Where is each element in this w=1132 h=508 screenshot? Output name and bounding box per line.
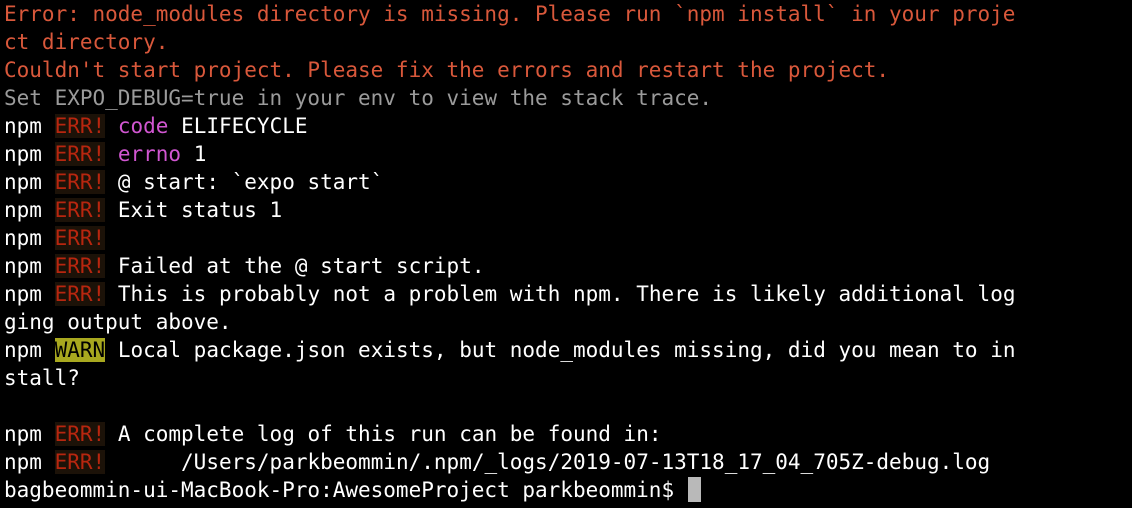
warn-line-wrap: stall? xyxy=(4,364,1132,392)
err-badge: ERR! xyxy=(54,198,106,222)
couldnt-start-text: Couldn't start project. Please fix the e… xyxy=(4,58,890,82)
npm-prefix: npm xyxy=(4,282,42,306)
npm-err-line-code: npm ERR! code ELIFECYCLE xyxy=(4,112,1132,140)
npm-err-line-log-path: npm ERR! /Users/parkbeommin/.npm/_logs/2… xyxy=(4,448,1132,476)
npm-prefix: npm xyxy=(4,142,42,166)
npm-prefix: npm xyxy=(4,114,42,138)
err-badge: ERR! xyxy=(54,226,106,250)
shell-prompt: bagbeommin-ui-MacBook-Pro:AwesomeProject… xyxy=(4,478,675,502)
probably-text: This is probably not a problem with npm.… xyxy=(117,282,1016,306)
warn-text: Local package.json exists, but node_modu… xyxy=(117,338,1016,362)
error-message-line-wrap: ct directory. xyxy=(4,28,1132,56)
npm-err-line-empty: npm ERR! xyxy=(4,224,1132,252)
npm-err-line-failed: npm ERR! Failed at the @ start script. xyxy=(4,252,1132,280)
shell-prompt-line[interactable]: bagbeommin-ui-MacBook-Pro:AwesomeProject… xyxy=(4,476,1132,504)
npm-prefix: npm xyxy=(4,170,42,194)
failed-at-text: Failed at the @ start script. xyxy=(117,254,485,278)
warn-text-wrap: stall? xyxy=(4,366,80,390)
complete-log-text: A complete log of this run can be found … xyxy=(117,422,662,446)
npm-prefix: npm xyxy=(4,450,42,474)
err-badge: ERR! xyxy=(54,422,106,446)
err-badge: ERR! xyxy=(54,282,106,306)
npm-prefix: npm xyxy=(4,422,42,446)
npm-prefix: npm xyxy=(4,226,42,250)
terminal-window[interactable]: Error: node_modules directory is missing… xyxy=(0,0,1132,508)
npm-warn-line: npm WARN Local package.json exists, but … xyxy=(4,336,1132,364)
err-badge: ERR! xyxy=(54,142,106,166)
code-value: ELIFECYCLE xyxy=(181,114,308,138)
err-badge: ERR! xyxy=(54,114,106,138)
err-badge: ERR! xyxy=(54,170,106,194)
npm-prefix: npm xyxy=(4,338,42,362)
npm-prefix: npm xyxy=(4,254,42,278)
start-script-text: @ start: `expo start` xyxy=(117,170,384,194)
warn-badge: WARN xyxy=(54,338,106,362)
npm-err-line-start: npm ERR! @ start: `expo start` xyxy=(4,168,1132,196)
probably-line-wrap: ging output above. xyxy=(4,308,1132,336)
probably-text-wrap: ging output above. xyxy=(4,310,232,334)
errno-key: errno xyxy=(117,142,182,166)
log-path-text[interactable]: /Users/parkbeommin/.npm/_logs/2019-07-13… xyxy=(118,450,990,474)
expo-debug-text: Set EXPO_DEBUG=true in your env to view … xyxy=(4,86,713,110)
text-cursor[interactable] xyxy=(687,477,701,502)
error-message-text: Error: node_modules directory is missing… xyxy=(4,2,1016,26)
npm-err-line-probably: npm ERR! This is probably not a problem … xyxy=(4,280,1132,308)
npm-prefix: npm xyxy=(4,198,42,222)
npm-err-line-exit: npm ERR! Exit status 1 xyxy=(4,196,1132,224)
error-message-line: Error: node_modules directory is missing… xyxy=(4,0,1132,28)
code-key: code xyxy=(117,114,169,138)
err-badge: ERR! xyxy=(54,254,106,278)
npm-err-line-complete-log: npm ERR! A complete log of this run can … xyxy=(4,420,1132,448)
npm-err-line-errno: npm ERR! errno 1 xyxy=(4,140,1132,168)
couldnt-start-line: Couldn't start project. Please fix the e… xyxy=(4,56,1132,84)
err-badge: ERR! xyxy=(54,450,106,474)
expo-debug-line: Set EXPO_DEBUG=true in your env to view … xyxy=(4,84,1132,112)
exit-status-text: Exit status 1 xyxy=(117,198,283,222)
errno-value: 1 xyxy=(193,142,207,166)
error-message-text-wrap: ct directory. xyxy=(4,30,169,54)
